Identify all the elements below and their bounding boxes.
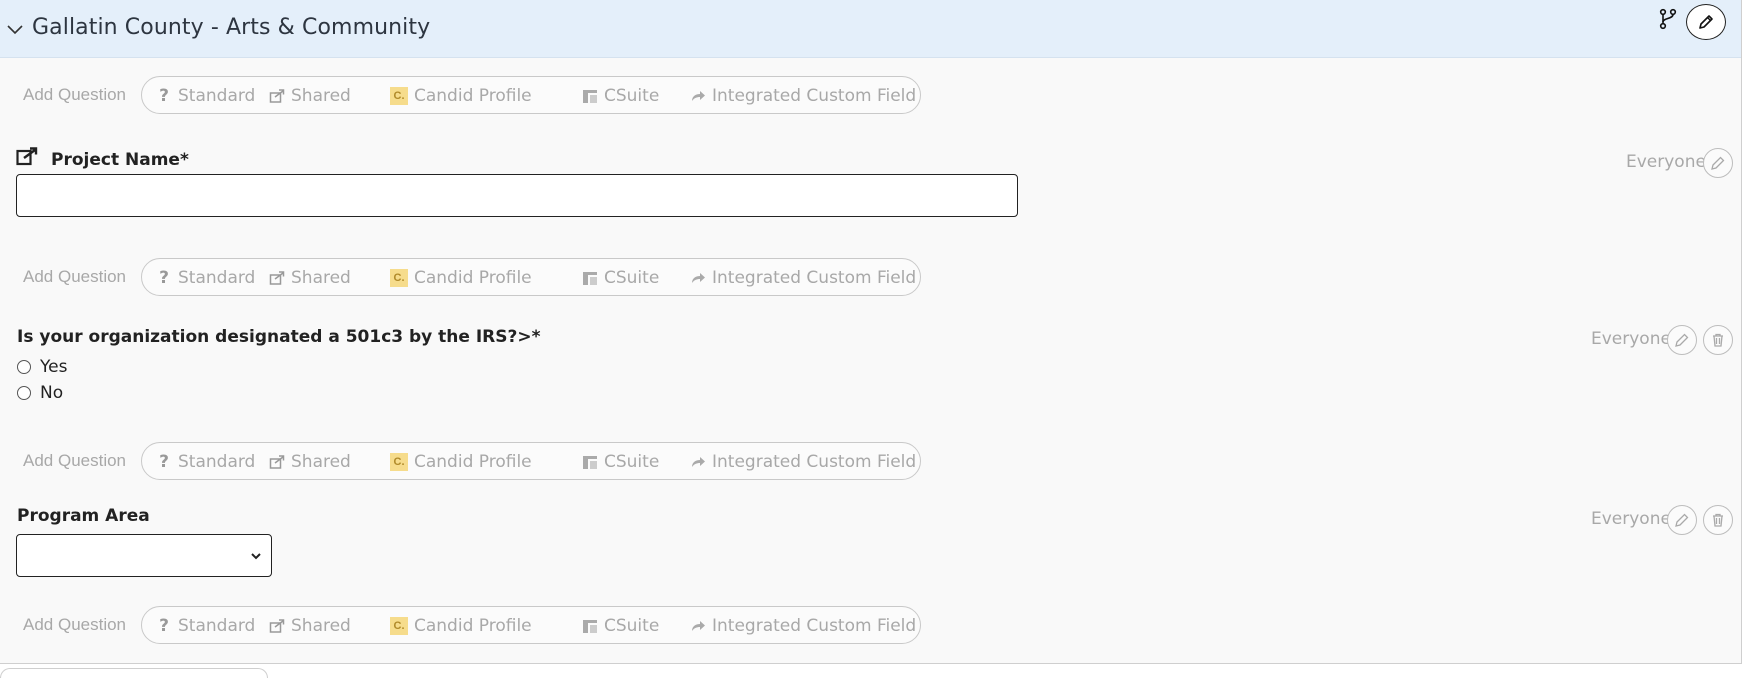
question-icon: ?	[159, 616, 169, 636]
add-shared-button[interactable]: Shared	[269, 268, 351, 288]
chevron-down-icon	[251, 553, 261, 560]
add-integrated-custom-field-button[interactable]: Integrated Custom Field	[690, 86, 916, 106]
csuite-icon	[583, 90, 597, 103]
add-standard-button[interactable]: ? Standard	[156, 268, 255, 288]
add-question-options: ? Standard Shared C. Candid Profile CSuite…	[141, 442, 921, 480]
forward-icon	[692, 457, 705, 467]
add-standard-button[interactable]: ? Standard	[156, 616, 255, 636]
candid-icon: C.	[390, 269, 408, 287]
pencil-icon	[1711, 156, 1725, 170]
radio-button[interactable]	[17, 360, 31, 374]
question-title: Project Name*	[51, 150, 189, 170]
delete-question-button[interactable]	[1703, 325, 1733, 355]
radio-button[interactable]	[17, 386, 31, 400]
branch-icon[interactable]	[1658, 8, 1678, 30]
add-question-options: ? Standard Shared C. Candid Profile CSuite…	[141, 76, 921, 114]
section-panel: Gallatin County - Arts & Community Add Q…	[0, 0, 1742, 664]
trash-icon	[1713, 513, 1723, 527]
question-title: Is your organization designated a 501c3 …	[17, 327, 541, 347]
csuite-icon	[583, 620, 597, 633]
add-integrated-custom-field-button[interactable]: Integrated Custom Field	[690, 268, 916, 288]
audience-label: Everyone	[1626, 152, 1706, 172]
add-question-row: Add Question ? Standard Shared C. Candid P…	[0, 76, 930, 116]
chevron-down-icon[interactable]	[6, 20, 24, 38]
add-csuite-button[interactable]: CSuite	[582, 616, 659, 636]
section-title: Gallatin County - Arts & Community	[32, 15, 431, 40]
add-question-label: Add Question	[23, 85, 127, 104]
add-standard-button[interactable]: ? Standard	[156, 86, 255, 106]
audience-label: Everyone	[1591, 329, 1671, 349]
edit-question-button[interactable]	[1703, 148, 1733, 178]
candid-icon: C.	[390, 453, 408, 471]
csuite-icon	[583, 272, 597, 285]
add-question-options: ? Standard Shared C. Candid Profile CSuite…	[141, 606, 921, 644]
add-candid-profile-button[interactable]: C. Candid Profile	[390, 616, 532, 636]
share-icon	[269, 89, 285, 103]
share-icon	[269, 455, 285, 469]
share-icon	[16, 147, 38, 166]
section-edit-button[interactable]	[1686, 4, 1726, 40]
add-candid-profile-button[interactable]: C. Candid Profile	[390, 86, 532, 106]
forward-icon	[692, 273, 705, 283]
add-integrated-custom-field-button[interactable]: Integrated Custom Field	[690, 452, 916, 472]
share-icon	[269, 271, 285, 285]
add-shared-button[interactable]: Shared	[269, 452, 351, 472]
question-title: Program Area	[17, 506, 150, 526]
add-question-row: Add Question ? Standard Shared C. Candid P…	[0, 258, 930, 298]
candid-icon: C.	[390, 617, 408, 635]
add-standard-button[interactable]: ? Standard	[156, 452, 255, 472]
edit-question-button[interactable]	[1667, 325, 1697, 355]
audience-label: Everyone	[1591, 509, 1671, 529]
forward-icon	[692, 91, 705, 101]
program-area-select[interactable]	[16, 534, 272, 577]
add-question-options: ? Standard Shared C. Candid Profile CSuite…	[141, 258, 921, 296]
add-question-row: Add Question ? Standard Shared C. Candid P…	[0, 442, 930, 482]
add-question-label: Add Question	[23, 451, 127, 470]
share-icon	[269, 619, 285, 633]
delete-question-button[interactable]	[1703, 505, 1733, 535]
question-icon: ?	[159, 86, 169, 106]
add-csuite-button[interactable]: CSuite	[582, 452, 659, 472]
add-candid-profile-button[interactable]: C. Candid Profile	[390, 268, 532, 288]
add-shared-button[interactable]: Shared	[269, 616, 351, 636]
add-question-label: Add Question	[23, 615, 127, 634]
section-header[interactable]: Gallatin County - Arts & Community	[0, 0, 1741, 58]
add-shared-button[interactable]: Shared	[269, 86, 351, 106]
question-icon: ?	[159, 452, 169, 472]
pencil-icon	[1675, 513, 1689, 527]
csuite-icon	[583, 456, 597, 469]
add-integrated-custom-field-button[interactable]: Integrated Custom Field	[690, 616, 916, 636]
radio-option-yes[interactable]: Yes	[17, 357, 67, 377]
add-question-label: Add Question	[23, 267, 127, 286]
project-name-input[interactable]	[16, 174, 1018, 217]
add-question-row: Add Question ? Standard Shared C. Candid P…	[0, 606, 930, 646]
edit-question-button[interactable]	[1667, 505, 1697, 535]
add-csuite-button[interactable]: CSuite	[582, 268, 659, 288]
question-icon: ?	[159, 268, 169, 288]
candid-icon: C.	[390, 87, 408, 105]
forward-icon	[692, 621, 705, 631]
radio-option-no[interactable]: No	[17, 383, 63, 403]
add-csuite-button[interactable]: CSuite	[582, 86, 659, 106]
pencil-icon	[1675, 333, 1689, 347]
trash-icon	[1713, 333, 1723, 347]
next-section-tab[interactable]	[0, 668, 268, 678]
add-candid-profile-button[interactable]: C. Candid Profile	[390, 452, 532, 472]
pencil-icon	[1699, 15, 1713, 29]
